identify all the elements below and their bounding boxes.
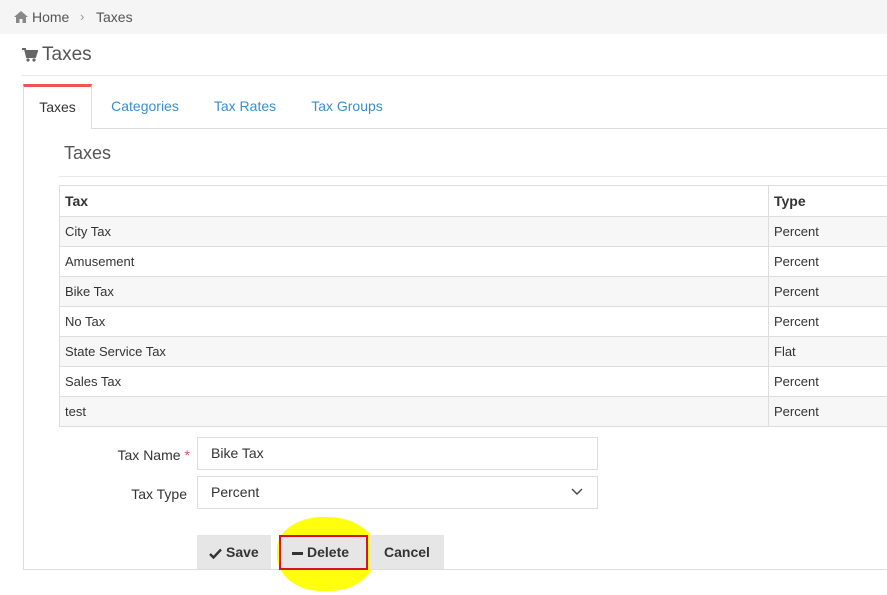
cancel-button[interactable]: Cancel: [370, 535, 444, 569]
home-icon: [14, 11, 28, 23]
cell-tax: State Service Tax: [59, 336, 769, 367]
cell-type: Percent: [768, 306, 887, 337]
cell-type: Percent: [768, 396, 887, 427]
cell-tax: Bike Tax: [59, 276, 769, 307]
tab-taxes[interactable]: Taxes: [23, 84, 92, 129]
cell-type: Percent: [768, 276, 887, 307]
tax-type-label: Tax Type: [131, 486, 187, 502]
annotation-box: [279, 535, 368, 570]
cell-tax: No Tax: [59, 306, 769, 337]
tab-tax-rates[interactable]: Tax Rates: [207, 84, 283, 128]
shopping-cart-icon: [22, 48, 38, 62]
page-title: Taxes: [42, 44, 92, 65]
breadcrumb-separator: ›: [80, 9, 85, 24]
cell-type: Percent: [768, 366, 887, 397]
table-row[interactable]: City Tax Percent: [59, 216, 887, 247]
cell-type: Percent: [768, 216, 887, 247]
table-row[interactable]: Amusement Percent: [59, 246, 887, 277]
divider: [59, 176, 887, 177]
checkmark-icon: [209, 548, 222, 560]
table-row[interactable]: Sales Tax Percent: [59, 366, 887, 397]
tax-name-value: Bike Tax: [211, 445, 264, 461]
column-header-tax[interactable]: Tax: [59, 185, 769, 217]
save-button[interactable]: Save: [197, 535, 271, 569]
cell-tax: Amusement: [59, 246, 769, 277]
tax-name-input[interactable]: Bike Tax: [197, 437, 598, 470]
tab-categories[interactable]: Categories: [103, 84, 187, 128]
breadcrumb: Home › Taxes: [0, 0, 887, 34]
table-header-row: Tax Type: [59, 185, 887, 217]
table-row[interactable]: test Percent: [59, 396, 887, 427]
tab-bar: Taxes Categories Tax Rates Tax Groups: [23, 84, 887, 129]
breadcrumb-home-link[interactable]: Home: [32, 9, 69, 25]
cell-tax: test: [59, 396, 769, 427]
tax-name-label: Tax Name *: [100, 447, 190, 463]
tax-type-value: Percent: [211, 484, 260, 500]
tab-tax-groups[interactable]: Tax Groups: [303, 84, 391, 128]
required-indicator: *: [184, 447, 190, 463]
cell-type: Percent: [768, 246, 887, 277]
save-button-label: Save: [226, 544, 259, 560]
divider: [22, 75, 887, 76]
chevron-down-icon: [571, 488, 583, 495]
column-header-type[interactable]: Type: [768, 185, 887, 217]
tax-type-select[interactable]: Percent: [197, 476, 598, 509]
table-row[interactable]: State Service Tax Flat: [59, 336, 887, 367]
tax-name-label-text: Tax Name: [117, 447, 181, 463]
cell-tax: Sales Tax: [59, 366, 769, 397]
breadcrumb-current: Taxes: [96, 9, 133, 25]
table-row[interactable]: Bike Tax Percent: [59, 276, 887, 307]
table-row[interactable]: No Tax Percent: [59, 306, 887, 337]
taxes-table: Tax Type City Tax Percent Amusement Perc…: [59, 185, 887, 427]
section-title: Taxes: [64, 143, 112, 163]
cell-tax: City Tax: [59, 216, 769, 247]
cell-type: Flat: [768, 336, 887, 367]
